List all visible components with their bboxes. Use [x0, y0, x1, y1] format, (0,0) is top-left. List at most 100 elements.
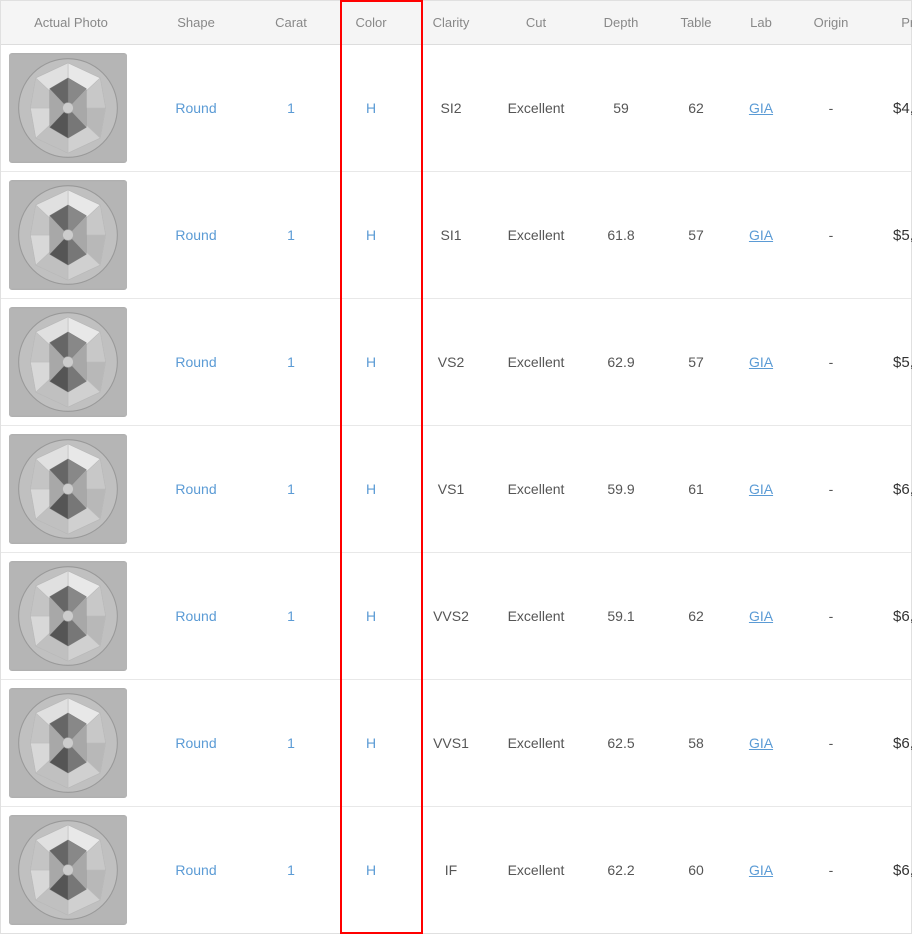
- cut-cell: Excellent: [491, 727, 581, 759]
- price-cell: $6,460: [871, 727, 912, 760]
- shape-cell: Round: [141, 727, 251, 759]
- diamond-photo[interactable]: [9, 53, 127, 163]
- shape-cell: Round: [141, 92, 251, 124]
- table-row: Round 1 H VS2 Excellent 62.9 57 GIA - $5…: [1, 299, 911, 426]
- table-row: Round 1 H IF Excellent 62.2 60 GIA - $6,…: [1, 807, 911, 933]
- depth-cell: 59.1: [581, 600, 661, 632]
- shape-cell: Round: [141, 854, 251, 886]
- lab-cell[interactable]: GIA: [731, 219, 791, 251]
- table-val-cell: 61: [661, 473, 731, 505]
- lab-cell[interactable]: GIA: [731, 727, 791, 759]
- table-val-cell: 62: [661, 92, 731, 124]
- color-cell: H: [331, 219, 411, 251]
- col-header-carat: Carat: [251, 11, 331, 34]
- lab-cell[interactable]: GIA: [731, 854, 791, 886]
- color-cell: H: [331, 346, 411, 378]
- price-cell: $5,810: [871, 346, 912, 379]
- carat-cell: 1: [251, 600, 331, 632]
- cut-cell: Excellent: [491, 346, 581, 378]
- cut-cell: Excellent: [491, 600, 581, 632]
- lab-cell[interactable]: GIA: [731, 473, 791, 505]
- carat-cell: 1: [251, 473, 331, 505]
- carat-cell: 1: [251, 346, 331, 378]
- diamond-photo[interactable]: [9, 434, 127, 544]
- photo-cell[interactable]: [1, 807, 141, 933]
- shape-cell: Round: [141, 219, 251, 251]
- table-body: Round 1 H SI2 Excellent 59 62 GIA - $4,1…: [1, 45, 911, 933]
- cut-cell: Excellent: [491, 854, 581, 886]
- clarity-cell: VS1: [411, 473, 491, 505]
- table-val-cell: 60: [661, 854, 731, 886]
- color-cell: H: [331, 854, 411, 886]
- clarity-cell: VVS2: [411, 600, 491, 632]
- table-header: Actual Photo Shape Carat Color Clarity C…: [1, 1, 911, 45]
- origin-cell: -: [791, 727, 871, 759]
- table-val-cell: 58: [661, 727, 731, 759]
- diamond-photo[interactable]: [9, 307, 127, 417]
- diamond-photo[interactable]: [9, 815, 127, 925]
- table-row: Round 1 H VS1 Excellent 59.9 61 GIA - $6…: [1, 426, 911, 553]
- origin-cell: -: [791, 346, 871, 378]
- clarity-cell: SI1: [411, 219, 491, 251]
- origin-cell: -: [791, 600, 871, 632]
- table-row: Round 1 H VVS1 Excellent 62.5 58 GIA - $…: [1, 680, 911, 807]
- depth-cell: 62.9: [581, 346, 661, 378]
- price-cell: $6,060: [871, 473, 912, 506]
- cut-cell: Excellent: [491, 473, 581, 505]
- col-header-shape: Shape: [141, 11, 251, 34]
- photo-cell[interactable]: [1, 426, 141, 552]
- shape-cell: Round: [141, 346, 251, 378]
- shape-cell: Round: [141, 600, 251, 632]
- table-val-cell: 57: [661, 219, 731, 251]
- photo-cell[interactable]: [1, 299, 141, 425]
- origin-cell: -: [791, 473, 871, 505]
- col-header-cut: Cut: [491, 11, 581, 34]
- color-cell: H: [331, 727, 411, 759]
- table-row: Round 1 H SI2 Excellent 59 62 GIA - $4,1…: [1, 45, 911, 172]
- depth-cell: 62.2: [581, 854, 661, 886]
- origin-cell: -: [791, 219, 871, 251]
- col-header-clarity: Clarity: [411, 11, 491, 34]
- photo-cell[interactable]: [1, 172, 141, 298]
- color-cell: H: [331, 600, 411, 632]
- shape-cell: Round: [141, 473, 251, 505]
- photo-cell[interactable]: [1, 553, 141, 679]
- lab-cell[interactable]: GIA: [731, 346, 791, 378]
- depth-cell: 62.5: [581, 727, 661, 759]
- color-cell: H: [331, 473, 411, 505]
- price-cell: $6,940: [871, 854, 912, 887]
- photo-cell[interactable]: [1, 45, 141, 171]
- table-wrapper: Actual Photo Shape Carat Color Clarity C…: [0, 0, 912, 934]
- col-header-depth: Depth: [581, 11, 661, 34]
- price-cell: $4,150: [871, 92, 912, 125]
- carat-cell: 1: [251, 727, 331, 759]
- col-header-color: Color: [331, 11, 411, 34]
- clarity-cell: VVS1: [411, 727, 491, 759]
- carat-cell: 1: [251, 854, 331, 886]
- depth-cell: 61.8: [581, 219, 661, 251]
- table-val-cell: 62: [661, 600, 731, 632]
- col-header-origin: Origin: [791, 11, 871, 34]
- lab-cell[interactable]: GIA: [731, 600, 791, 632]
- color-cell: H: [331, 92, 411, 124]
- diamond-photo[interactable]: [9, 180, 127, 290]
- clarity-cell: SI2: [411, 92, 491, 124]
- lab-cell[interactable]: GIA: [731, 92, 791, 124]
- photo-cell[interactable]: [1, 680, 141, 806]
- table-row: Round 1 H SI1 Excellent 61.8 57 GIA - $5…: [1, 172, 911, 299]
- carat-cell: 1: [251, 219, 331, 251]
- price-cell: $6,340: [871, 600, 912, 633]
- depth-cell: 59.9: [581, 473, 661, 505]
- depth-cell: 59: [581, 92, 661, 124]
- col-header-table: Table: [661, 11, 731, 34]
- diamond-photo[interactable]: [9, 561, 127, 671]
- diamond-table: Actual Photo Shape Carat Color Clarity C…: [0, 0, 912, 934]
- diamond-photo[interactable]: [9, 688, 127, 798]
- col-header-price: Price: [871, 11, 912, 34]
- cut-cell: Excellent: [491, 219, 581, 251]
- clarity-cell: VS2: [411, 346, 491, 378]
- carat-cell: 1: [251, 92, 331, 124]
- origin-cell: -: [791, 854, 871, 886]
- col-header-lab: Lab: [731, 11, 791, 34]
- origin-cell: -: [791, 92, 871, 124]
